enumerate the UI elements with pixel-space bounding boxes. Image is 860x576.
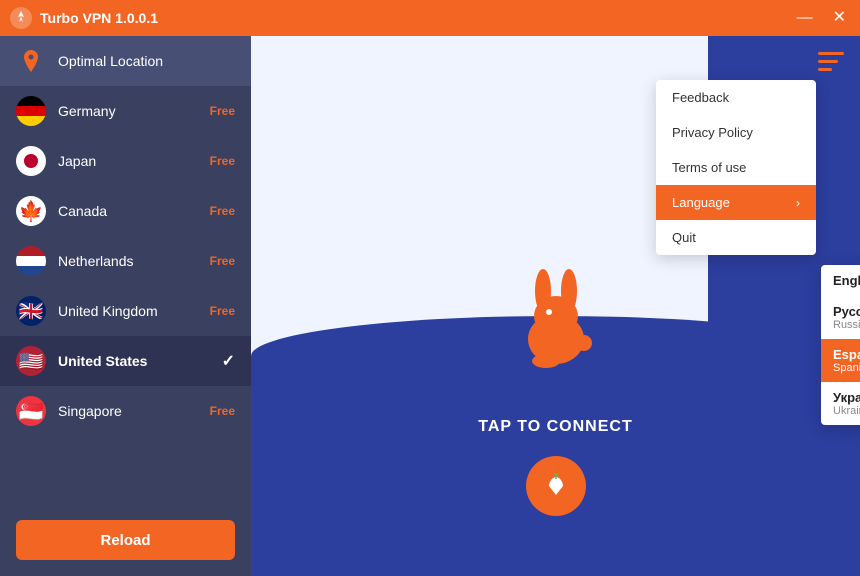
main-layout: Optimal Location Germany Free Japan Free… bbox=[0, 36, 860, 576]
netherlands-label: Netherlands bbox=[58, 253, 210, 269]
singapore-flag: 🇸🇬 bbox=[16, 396, 46, 426]
germany-flag bbox=[16, 96, 46, 126]
optimal-location-label: Optimal Location bbox=[58, 53, 235, 69]
japan-badge: Free bbox=[210, 154, 235, 168]
sidebar: Optimal Location Germany Free Japan Free… bbox=[0, 36, 251, 576]
dropdown-menu: Feedback Privacy Policy Terms of use Lan… bbox=[656, 80, 816, 255]
title-bar: Turbo VPN 1.0.0.1 — ✕ bbox=[0, 0, 860, 36]
app-title: Turbo VPN 1.0.0.1 bbox=[40, 10, 793, 26]
close-button[interactable]: ✕ bbox=[829, 8, 850, 28]
singapore-badge: Free bbox=[210, 404, 235, 418]
menu-item-quit[interactable]: Quit bbox=[656, 220, 816, 255]
selected-check-icon: ✓ bbox=[222, 351, 235, 371]
carrot-icon bbox=[541, 471, 571, 501]
sidebar-item-uk[interactable]: 🇬🇧 United Kingdom Free bbox=[0, 286, 251, 336]
lang-item-english[interactable]: English bbox=[821, 265, 860, 296]
netherlands-flag bbox=[16, 246, 46, 276]
menu-icon-button[interactable] bbox=[818, 52, 844, 77]
netherlands-badge: Free bbox=[210, 254, 235, 268]
lang-item-spanish[interactable]: Español Spanish bbox=[821, 339, 860, 382]
menu-item-feedback[interactable]: Feedback bbox=[656, 80, 816, 115]
lang-item-ukraine[interactable]: Українська Ukraine bbox=[821, 382, 860, 425]
japan-label: Japan bbox=[58, 153, 210, 169]
reload-button[interactable]: Reload bbox=[16, 520, 235, 560]
rabbit-svg bbox=[511, 261, 601, 371]
menu-item-privacy[interactable]: Privacy Policy bbox=[656, 115, 816, 150]
sidebar-item-singapore[interactable]: 🇸🇬 Singapore Free bbox=[0, 386, 251, 436]
chevron-right-icon: › bbox=[796, 196, 800, 210]
location-pin-icon bbox=[16, 46, 46, 76]
uk-label: United Kingdom bbox=[58, 303, 210, 319]
tap-to-connect-label: TAP TO CONNECT bbox=[478, 418, 632, 436]
singapore-label: Singapore bbox=[58, 403, 210, 419]
menu-item-terms[interactable]: Terms of use bbox=[656, 150, 816, 185]
menu-item-language[interactable]: Language › English Русский bbox=[656, 185, 816, 220]
window-controls: — ✕ bbox=[793, 8, 850, 28]
us-label: United States bbox=[58, 353, 222, 369]
minimize-button[interactable]: — bbox=[793, 8, 817, 28]
canada-flag: 🍁 bbox=[16, 196, 46, 226]
connect-button[interactable] bbox=[526, 456, 586, 516]
canada-label: Canada bbox=[58, 203, 210, 219]
uk-badge: Free bbox=[210, 304, 235, 318]
germany-label: Germany bbox=[58, 103, 210, 119]
sidebar-item-japan[interactable]: Japan Free bbox=[0, 136, 251, 186]
japan-flag bbox=[16, 146, 46, 176]
germany-badge: Free bbox=[210, 104, 235, 118]
lang-item-russian[interactable]: Русский Russian bbox=[821, 296, 860, 339]
uk-flag: 🇬🇧 bbox=[16, 296, 46, 326]
sidebar-item-us[interactable]: 🇺🇸 United States ✓ bbox=[0, 336, 251, 386]
right-panel: TAP TO CONNECT Feedback Privacy Policy T… bbox=[251, 36, 860, 576]
hamburger-icon bbox=[818, 52, 844, 72]
rabbit-illustration bbox=[511, 261, 601, 376]
language-submenu: English Русский Russian bbox=[821, 265, 860, 425]
us-flag: 🇺🇸 bbox=[16, 346, 46, 376]
reload-container: Reload bbox=[0, 504, 251, 576]
canada-badge: Free bbox=[210, 204, 235, 218]
sidebar-item-netherlands[interactable]: Netherlands Free bbox=[0, 236, 251, 286]
sidebar-item-canada[interactable]: 🍁 Canada Free bbox=[0, 186, 251, 236]
app-logo bbox=[10, 7, 32, 29]
sidebar-item-optimal[interactable]: Optimal Location bbox=[0, 36, 251, 86]
sidebar-item-germany[interactable]: Germany Free bbox=[0, 86, 251, 136]
